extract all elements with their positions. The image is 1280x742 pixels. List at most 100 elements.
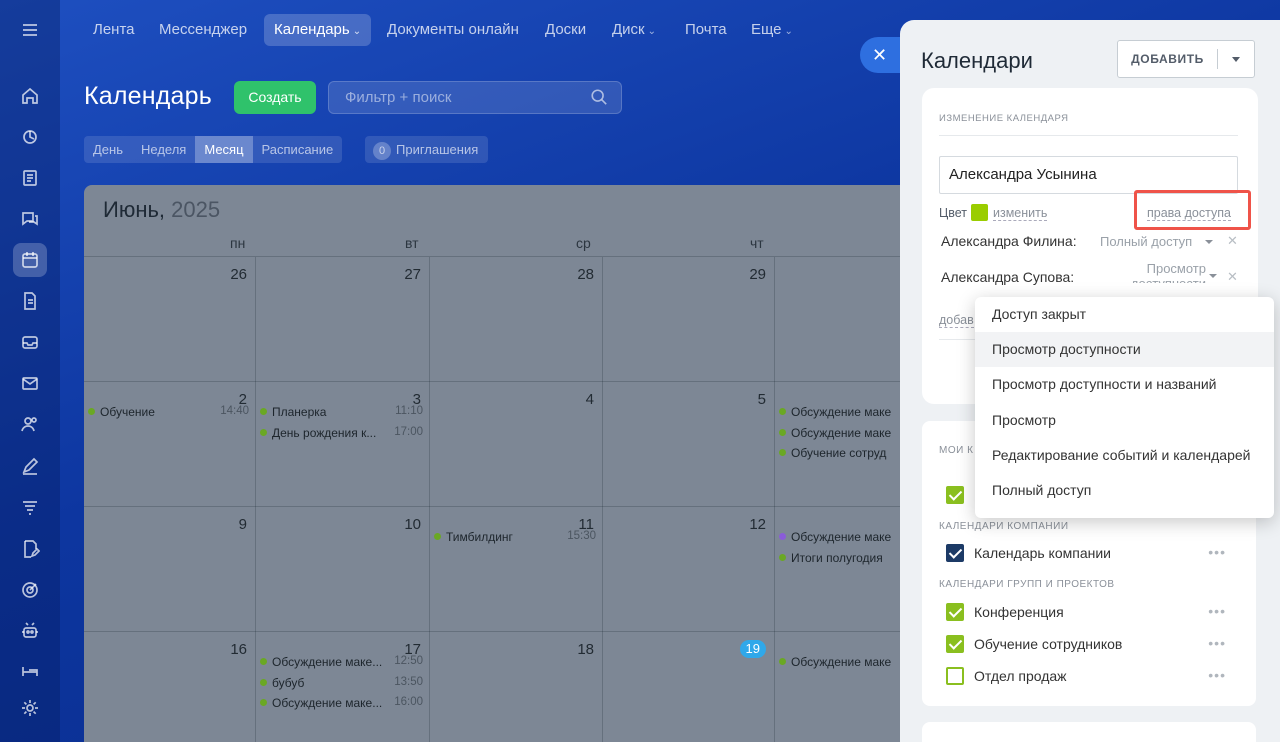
calendar-checkbox[interactable]	[946, 603, 964, 621]
chevron-down-icon[interactable]	[1205, 240, 1213, 244]
settings-icon[interactable]	[16, 694, 44, 722]
nav-boards[interactable]: Доски	[545, 14, 586, 46]
calendar-day-cell[interactable]: 18	[430, 632, 603, 742]
event-title: Обсуждение маке	[791, 425, 892, 440]
document-icon[interactable]	[16, 287, 44, 315]
calendar-checkbox[interactable]	[946, 544, 964, 562]
calendar-week: 16 17 Обсуждение маке... 12:50 бубуб 13:50 Обс…	[84, 631, 984, 742]
tab-month[interactable]: Месяц	[195, 136, 253, 163]
more-icon[interactable]: •••	[1208, 635, 1226, 651]
tab-day[interactable]: День	[84, 136, 132, 163]
more-icon[interactable]: •••	[1208, 667, 1226, 683]
dropdown-option[interactable]: Просмотр	[975, 403, 1274, 438]
calendar-day-cell[interactable]: 2 Обучение 14:40	[84, 382, 256, 507]
more-icon[interactable]: •••	[1208, 603, 1226, 619]
robot-icon[interactable]	[16, 617, 44, 645]
add-access-link[interactable]: добав	[939, 313, 974, 328]
invitations-button[interactable]: 0 Приглашения	[365, 136, 489, 163]
add-button[interactable]: ДОБАВИТЬ	[1117, 40, 1255, 78]
home-icon[interactable]	[16, 82, 44, 110]
nav-mail[interactable]: Почта	[685, 14, 727, 46]
calendar-event[interactable]: День рождения к... 17:00	[260, 426, 423, 444]
left-rail	[0, 0, 60, 742]
dropdown-option[interactable]: Редактирование событий и календарей	[975, 438, 1274, 473]
nav-feed[interactable]: Лента	[93, 14, 135, 46]
dropdown-option[interactable]: Полный доступ	[975, 473, 1274, 508]
menu-icon[interactable]	[16, 16, 44, 44]
tasks-icon[interactable]	[16, 164, 44, 192]
calendar-icon[interactable]	[13, 243, 47, 277]
calendar-item[interactable]: Обучение сотрудников •••	[946, 633, 1236, 655]
calendar-checkbox[interactable]	[946, 486, 964, 504]
remove-access-icon[interactable]: ✕	[1227, 233, 1238, 249]
day-number: 18	[577, 641, 594, 658]
day-number: 29	[749, 266, 766, 283]
calendar-item[interactable]: Конференция •••	[946, 601, 1236, 623]
calendar-day-cell[interactable]: 5	[603, 382, 775, 507]
bed-icon[interactable]	[16, 656, 44, 684]
calendar-day-cell[interactable]: 19	[603, 632, 775, 742]
calendar-event[interactable]: бубуб 13:50	[260, 676, 423, 694]
change-color-link[interactable]: изменить	[993, 206, 1048, 221]
filter-icon[interactable]	[16, 494, 44, 522]
calendar-day-cell[interactable]: 10	[256, 507, 430, 632]
calendar-day-cell[interactable]: 3 Планерка 11:10 День рождения к... 17:00	[256, 382, 430, 507]
access-level-select[interactable]: Полный доступ	[1100, 234, 1192, 249]
inbox-icon[interactable]	[16, 328, 44, 356]
event-dot	[779, 533, 786, 540]
calendar-checkbox[interactable]	[946, 667, 964, 685]
target-icon[interactable]	[16, 576, 44, 604]
nav-messenger[interactable]: Мессенджер	[159, 14, 247, 46]
calendar-day-cell[interactable]: 12	[603, 507, 775, 632]
mail-icon[interactable]	[16, 369, 44, 397]
chat-icon[interactable]	[16, 205, 44, 233]
calendar-day-cell[interactable]: 4	[430, 382, 603, 507]
search-input[interactable]: Фильтр + поиск	[328, 81, 622, 114]
calendar-day-cell[interactable]: 26	[84, 257, 256, 382]
calendar-checkbox[interactable]	[946, 635, 964, 653]
sign-icon[interactable]	[16, 452, 44, 480]
feed-icon[interactable]	[16, 123, 44, 151]
month-calendar: Июнь, 2025 пн вт ср чт 26 27 28 29 2 Обучение…	[84, 185, 984, 742]
close-icon[interactable]: ✕	[860, 37, 900, 73]
event-title: Обсуждение маке	[791, 655, 892, 669]
dropdown-option[interactable]: Просмотр доступности и названий	[975, 367, 1274, 402]
search-icon[interactable]	[590, 88, 608, 106]
calendar-day-cell[interactable]: 17 Обсуждение маке... 12:50 бубуб 13:50 Обсуж…	[256, 632, 430, 742]
access-level-select[interactable]: Просмотр доступности	[1120, 261, 1206, 283]
color-swatch[interactable]	[971, 204, 988, 221]
tab-schedule[interactable]: Расписание	[253, 136, 343, 163]
dropdown-option[interactable]: Просмотр доступности	[975, 332, 1274, 367]
calendar-event[interactable]: Обсуждение маке... 12:50	[260, 655, 423, 673]
calendar-name-input[interactable]: Александра Усынина	[939, 156, 1238, 194]
people-icon[interactable]	[16, 410, 44, 438]
calendar-day-cell[interactable]: 28	[430, 257, 603, 382]
dropdown-option[interactable]: Доступ закрыт	[975, 297, 1274, 332]
calendar-item[interactable]: Календарь компании •••	[946, 542, 1236, 564]
calendar-event[interactable]: Планерка 11:10	[260, 405, 423, 423]
calendar-day-cell[interactable]: 16	[84, 632, 256, 742]
access-rights-link[interactable]: права доступа	[1147, 206, 1231, 221]
more-icon[interactable]: •••	[1208, 544, 1226, 560]
calendar-day-cell[interactable]: 27	[256, 257, 430, 382]
nav-documents[interactable]: Документы онлайн	[387, 14, 519, 46]
edit-doc-icon[interactable]	[16, 535, 44, 563]
remove-access-icon[interactable]: ✕	[1227, 269, 1238, 285]
chevron-down-icon[interactable]	[1209, 274, 1217, 278]
nav-calendar[interactable]: Календарь ⌄	[264, 14, 372, 46]
calendar-item[interactable]: Отдел продаж •••	[946, 665, 1236, 687]
tab-week[interactable]: Неделя	[132, 136, 195, 163]
calendar-event[interactable]: Обучение 14:40	[88, 405, 249, 423]
month-title: Июнь, 2025	[103, 197, 221, 222]
calendar-day-cell[interactable]: 9	[84, 507, 256, 632]
create-button[interactable]: Создать	[234, 81, 316, 114]
calendar-day-cell[interactable]: 29	[603, 257, 775, 382]
nav-disk[interactable]: Диск ⌄	[612, 14, 656, 46]
calendar-event[interactable]: Обсуждение маке... 16:00	[260, 696, 423, 714]
day-number: 28	[577, 266, 594, 283]
event-title: Планерка	[272, 405, 327, 419]
nav-more[interactable]: Еще ⌄	[751, 14, 793, 46]
calendar-event[interactable]: Тимбилдинг 15:30	[434, 530, 596, 548]
chevron-down-icon[interactable]	[1232, 57, 1240, 62]
calendar-day-cell[interactable]: 11 Тимбилдинг 15:30	[430, 507, 603, 632]
